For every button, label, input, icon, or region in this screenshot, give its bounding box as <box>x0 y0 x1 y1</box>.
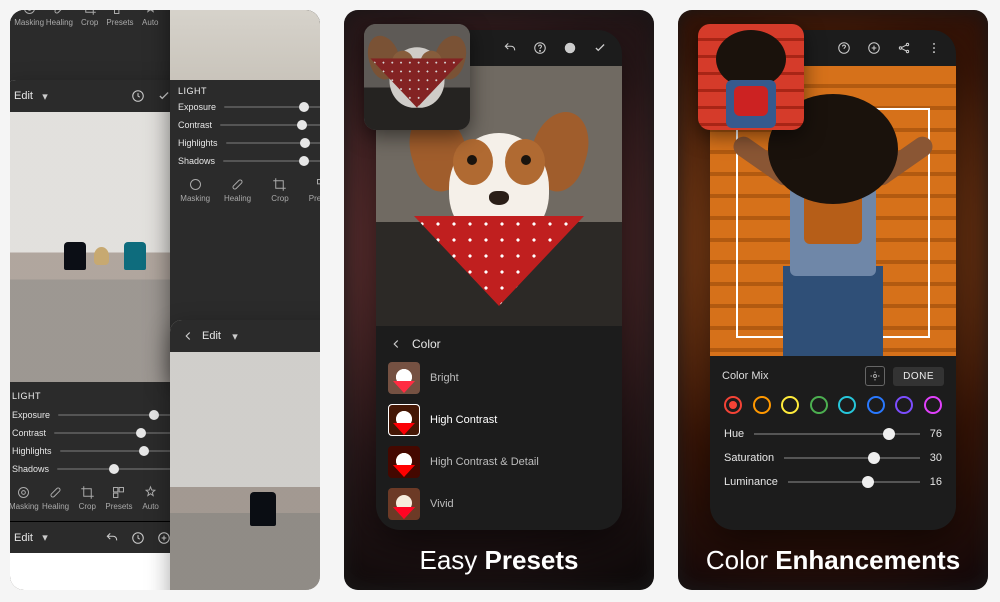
slider-exposure[interactable]: Exposure <box>170 98 320 116</box>
tool-masking[interactable]: Masking <box>181 176 209 203</box>
slider-luminance[interactable]: Luminance16 <box>722 470 944 494</box>
auto-icon <box>142 10 158 16</box>
tool-presets[interactable]: Presets <box>105 484 133 511</box>
auto-icon <box>143 484 159 500</box>
promo-panel-color: Color Mix DONE Hue76 S <box>678 10 988 590</box>
swatch-orange[interactable] <box>753 396 771 414</box>
photo-preview[interactable] <box>170 352 320 590</box>
tool-masking[interactable]: Masking <box>15 10 43 27</box>
clock-icon[interactable] <box>130 88 146 104</box>
undo-icon[interactable] <box>502 40 518 56</box>
tool-healing[interactable]: Healing <box>224 176 252 203</box>
share-icon[interactable] <box>896 40 912 56</box>
eyedropper-button[interactable] <box>865 366 885 386</box>
mode-edit[interactable]: Edit <box>14 90 33 102</box>
chevron-down-icon: ▾ <box>37 88 53 104</box>
masking-icon <box>21 10 37 16</box>
help-icon[interactable] <box>836 40 852 56</box>
promo-panel-light: Highlights Shadows Masking Healing Crop … <box>10 10 320 590</box>
crop-icon <box>82 10 98 16</box>
chevron-down-icon: ▾ <box>37 530 53 546</box>
slider-saturation[interactable]: Saturation30 <box>722 446 944 470</box>
section-title: LIGHT <box>12 391 41 401</box>
swatch-purple[interactable] <box>895 396 913 414</box>
section-title: Color <box>412 337 441 351</box>
swatch-red[interactable] <box>724 396 742 414</box>
tool-crop[interactable]: Crop <box>73 484 101 511</box>
slider-highlights[interactable]: Highlights <box>170 134 320 152</box>
chevron-down-icon: ▾ <box>227 328 243 344</box>
tool-healing[interactable]: Healing <box>45 10 73 27</box>
presets-icon <box>111 484 127 500</box>
section-title: Color Mix <box>722 370 768 382</box>
clock-icon[interactable] <box>130 530 146 546</box>
tool-masking[interactable]: Masking <box>10 484 38 511</box>
photo-preview <box>170 10 320 80</box>
promo-panel-presets: Color Bright High Contrast High Contrast… <box>344 10 654 590</box>
masking-icon <box>16 484 32 500</box>
before-inset <box>698 24 804 130</box>
preset-item-vivid[interactable]: Vivid <box>388 488 610 520</box>
tool-presets[interactable]: Presets <box>308 176 320 203</box>
slider-shadows[interactable]: Shadows <box>170 152 320 170</box>
before-inset <box>364 24 470 130</box>
help-icon[interactable] <box>532 40 548 56</box>
slider-contrast[interactable]: Contrast <box>170 116 320 134</box>
slider-hue[interactable]: Hue76 <box>722 422 944 446</box>
healing-icon <box>48 484 64 500</box>
tool-auto[interactable]: Auto <box>136 10 164 27</box>
crop-icon <box>79 484 95 500</box>
tool-presets[interactable]: Presets <box>106 10 134 27</box>
back-icon[interactable] <box>180 328 196 344</box>
presets-header: Color <box>376 326 622 362</box>
healing-icon <box>51 10 67 16</box>
color-swatches <box>722 386 944 422</box>
color-mix-panel: Color Mix DONE Hue76 S <box>710 356 956 504</box>
preset-item-high-contrast[interactable]: High Contrast <box>388 404 610 436</box>
add-icon[interactable] <box>866 40 882 56</box>
preset-item-bright[interactable]: Bright <box>388 362 610 394</box>
tool-healing[interactable]: Healing <box>42 484 70 511</box>
bottom-toolbar: Masking Healing Crop Presets Auto <box>170 170 320 209</box>
swatch-green[interactable] <box>810 396 828 414</box>
back-icon[interactable] <box>388 336 404 352</box>
check-icon[interactable] <box>592 40 608 56</box>
preset-list: Bright High Contrast High Contrast & Det… <box>376 362 622 520</box>
editor-card-bottom-right: Edit▾ <box>170 320 320 590</box>
info-icon[interactable] <box>562 40 578 56</box>
panel-caption: Color Enhancements <box>678 545 988 576</box>
tool-crop[interactable]: Crop <box>76 10 104 27</box>
presets-icon <box>112 10 128 16</box>
undo-icon[interactable] <box>104 530 120 546</box>
done-button[interactable]: DONE <box>893 367 944 386</box>
swatch-cyan[interactable] <box>838 396 856 414</box>
more-icon[interactable] <box>926 40 942 56</box>
swatch-blue[interactable] <box>867 396 885 414</box>
preset-item-hcd[interactable]: High Contrast & Detail <box>388 446 610 478</box>
tool-auto[interactable]: Auto <box>137 484 165 511</box>
editor-header: Edit▾ <box>170 320 320 352</box>
panel-caption: Easy Presets <box>344 545 654 576</box>
swatch-yellow[interactable] <box>781 396 799 414</box>
tool-crop[interactable]: Crop <box>266 176 294 203</box>
swatch-magenta[interactable] <box>924 396 942 414</box>
